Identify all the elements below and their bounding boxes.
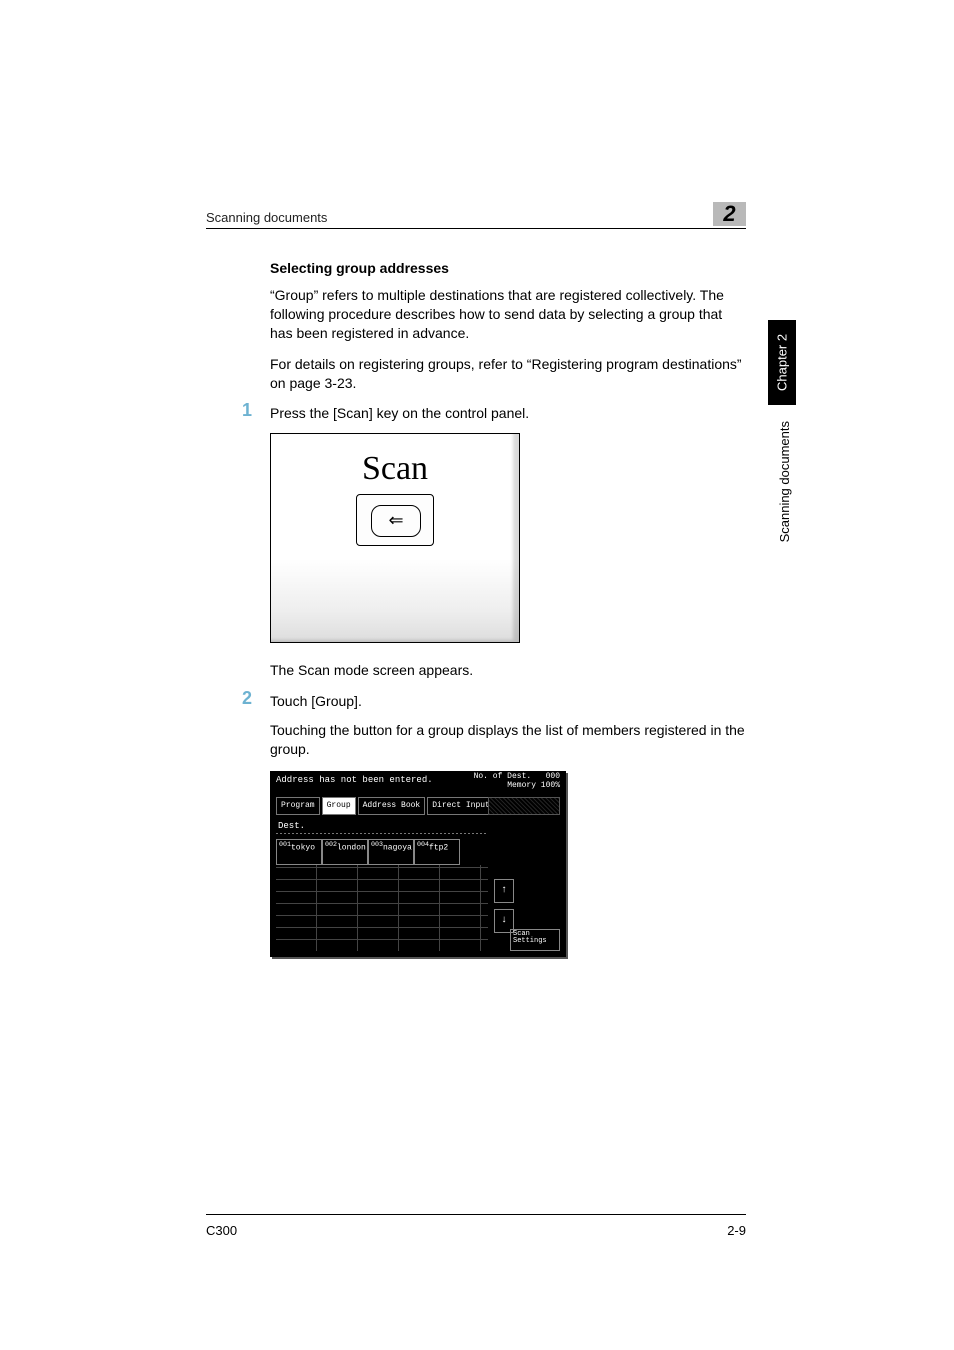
ss-scroll-up-button[interactable]: ↑ <box>494 879 514 903</box>
chapter-number-badge: 2 <box>713 202 746 226</box>
touchscreen-screenshot: Address has not been entered. No. of Des… <box>270 771 566 957</box>
footer-rule <box>206 1214 746 1215</box>
scan-key-label: Scan <box>271 450 519 488</box>
ss-group-nagoya[interactable]: 003nagoya <box>368 839 414 865</box>
ss-tab-group[interactable]: Group <box>322 797 356 815</box>
ss-top-right: No. of Dest. 000 Memory 100% <box>474 773 560 791</box>
ss-dest-count: 000 <box>546 772 560 781</box>
section-heading: Selecting group addresses <box>270 260 746 276</box>
ss-grp-label: tokyo <box>291 844 315 853</box>
ss-dest-label: Dest. <box>278 821 305 831</box>
ss-grp-prefix: 003 <box>371 840 383 848</box>
ss-group-ftp2[interactable]: 004ftp2 <box>414 839 460 865</box>
ss-divider <box>276 833 488 834</box>
scan-key-illustration: Scan ⇐ <box>270 433 520 643</box>
ss-memory: Memory 100% <box>507 781 560 790</box>
step-text-2: Touch [Group]. <box>270 692 746 711</box>
step-1-result: The Scan mode screen appears. <box>270 661 746 680</box>
ss-tab-blank-area <box>488 797 560 815</box>
ss-grp-prefix: 001 <box>279 840 291 848</box>
ss-tab-address-book[interactable]: Address Book <box>358 797 426 815</box>
ss-status-text: Address has not been entered. <box>276 775 433 785</box>
intro-paragraph-2: For details on registering groups, refer… <box>270 355 746 393</box>
ss-group-row: 001tokyo 002london 003nagoya 004ftp2 <box>276 839 460 865</box>
ss-grp-label: london <box>337 844 366 853</box>
scan-key-button: ⇐ <box>356 494 434 546</box>
ss-scan-settings-button[interactable]: Scan Settings <box>510 929 560 951</box>
ss-group-london[interactable]: 002london <box>322 839 368 865</box>
running-head: Scanning documents <box>206 210 327 225</box>
ss-grp-prefix: 004 <box>417 840 429 848</box>
header-rule <box>206 228 746 229</box>
step-2-detail: Touching the button for a group displays… <box>270 721 746 759</box>
step-number-2: 2 <box>242 688 252 709</box>
ss-group-tokyo[interactable]: 001tokyo <box>276 839 322 865</box>
ss-grp-label: nagoya <box>383 844 412 853</box>
ss-tab-direct-input[interactable]: Direct Input <box>427 797 495 815</box>
footer-page-number: 2-9 <box>727 1223 746 1238</box>
step-number-1: 1 <box>242 400 252 421</box>
ss-dest-count-label: No. of Dest. <box>474 772 532 781</box>
intro-paragraph-1: “Group” refers to multiple destinations … <box>270 286 746 343</box>
scan-arrow-icon: ⇐ <box>388 510 403 531</box>
step-text-1: Press the [Scan] key on the control pane… <box>270 404 746 423</box>
ss-grp-prefix: 002 <box>325 840 337 848</box>
side-text-section: Scanning documents <box>777 421 792 542</box>
footer-model: C300 <box>206 1223 237 1238</box>
ss-empty-grid <box>276 865 488 951</box>
side-tab-chapter: Chapter 2 <box>768 320 796 405</box>
ss-tab-program[interactable]: Program <box>276 797 320 815</box>
ss-tab-bar: Program Group Address Book Direct Input <box>276 797 495 815</box>
ss-grp-label: ftp2 <box>429 844 448 853</box>
